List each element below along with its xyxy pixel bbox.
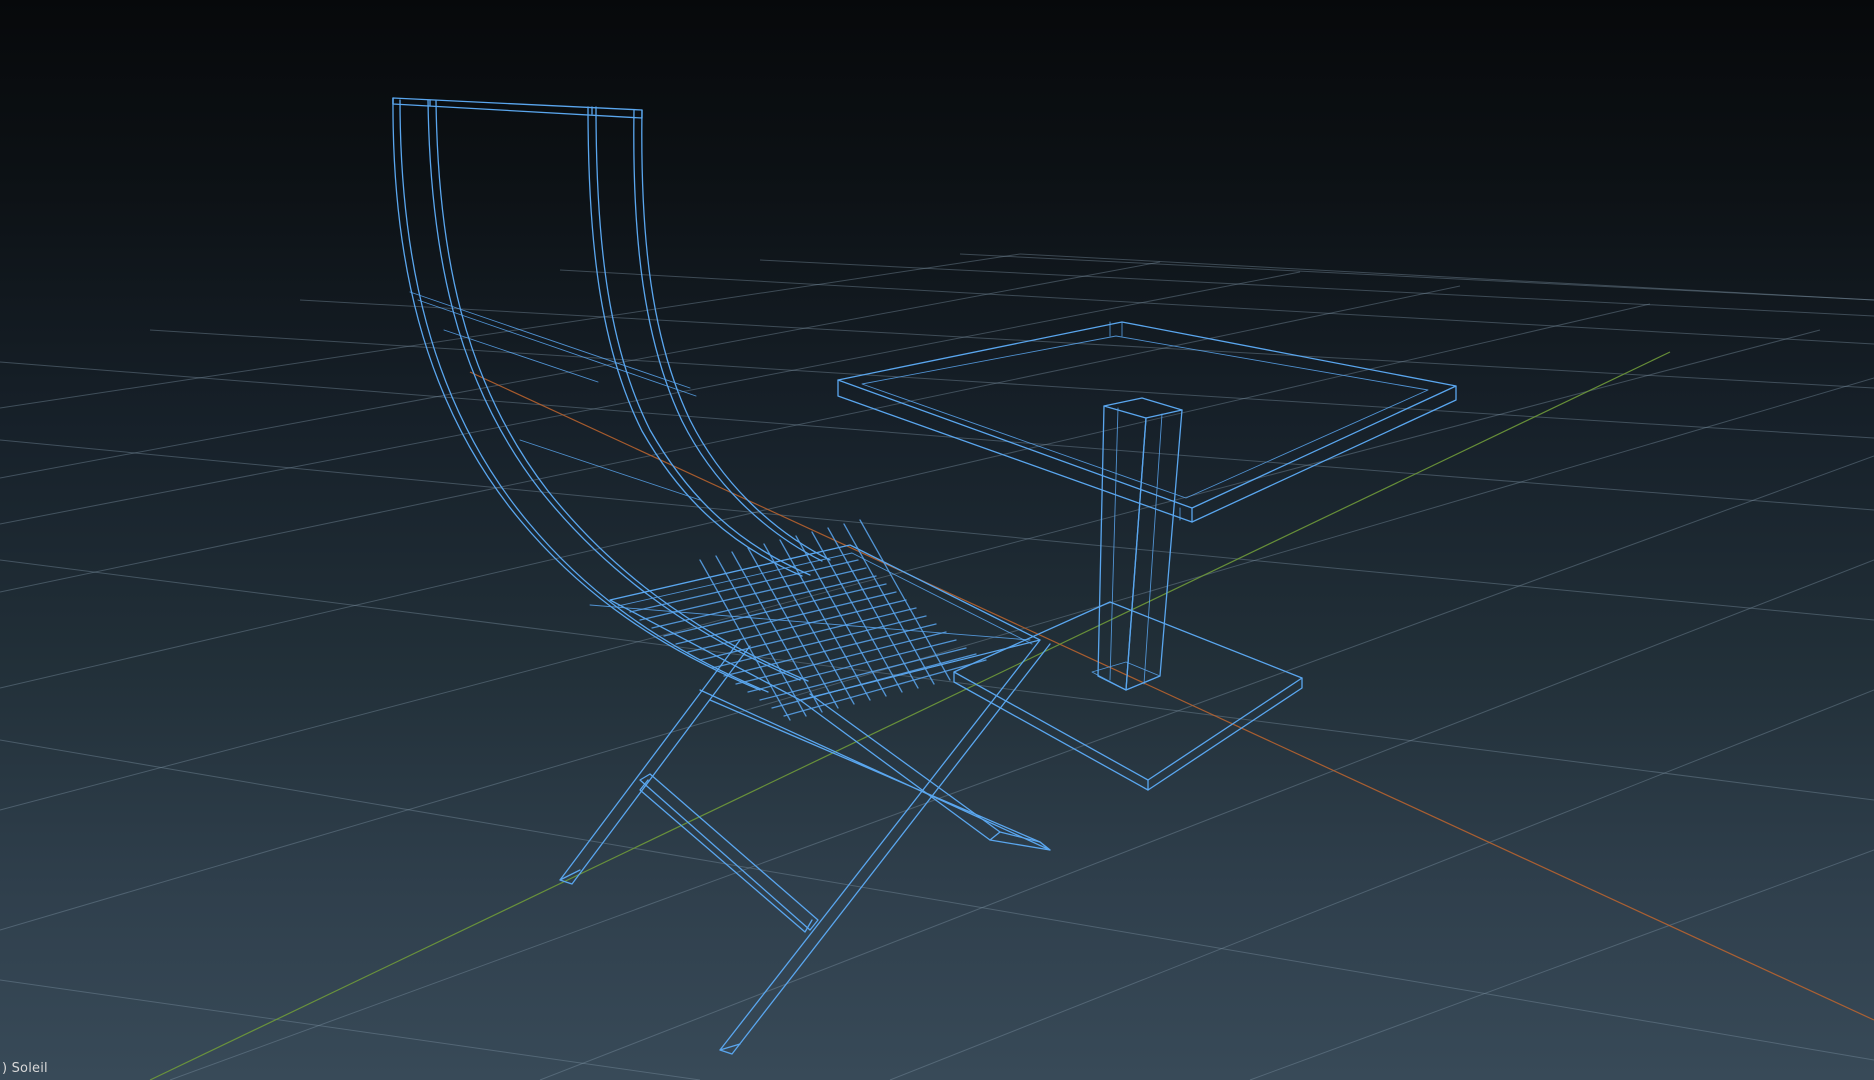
chair-wireframe[interactable] xyxy=(392,97,1051,1055)
3d-viewport[interactable]: ) Soleil xyxy=(0,0,1874,1080)
viewport-canvas[interactable] xyxy=(0,0,1874,1080)
y-axis-line xyxy=(149,351,1671,1080)
floor-grid xyxy=(0,253,1874,1080)
active-object-label: ) Soleil xyxy=(2,1061,48,1076)
x-axis-line xyxy=(469,371,1874,1021)
